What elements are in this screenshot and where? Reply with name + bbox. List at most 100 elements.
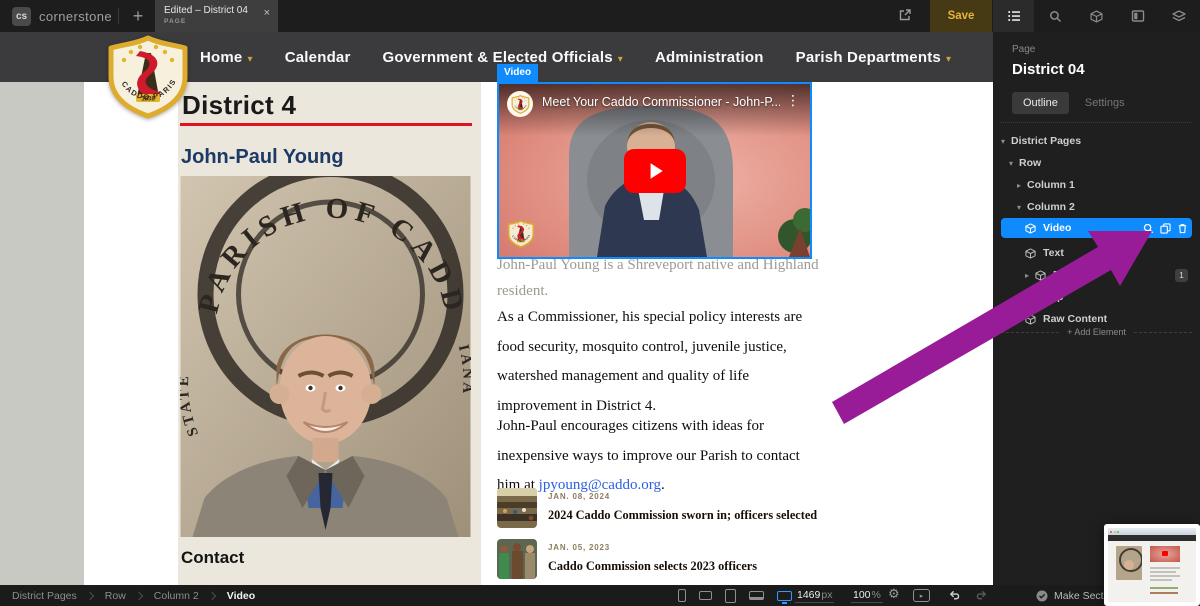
screen-share-thumbnail[interactable]	[1104, 524, 1200, 606]
tab-type-label: PAGE	[164, 18, 270, 25]
caret-down-icon[interactable]: ▾	[1001, 137, 1011, 146]
page-title: District 4	[182, 90, 296, 121]
document-tab[interactable]: Edited – District 04 PAGE ×	[155, 0, 278, 32]
dashed-rule	[1134, 332, 1192, 333]
caret-down-icon[interactable]: ▾	[1017, 203, 1027, 212]
delete-element-icon[interactable]	[1177, 223, 1188, 234]
chevron-down-icon: ▾	[946, 54, 951, 65]
nav-administration[interactable]: Administration	[655, 49, 764, 66]
tree-label: Row	[1019, 157, 1041, 169]
tree-item-text[interactable]: Text	[1001, 243, 1192, 263]
element-cube-icon	[1035, 270, 1046, 281]
phone-portrait-icon[interactable]	[678, 589, 686, 602]
tablet-icon[interactable]	[725, 589, 736, 603]
nav-calendar[interactable]: Calendar	[285, 49, 351, 66]
search-icon[interactable]	[1034, 0, 1075, 32]
nav-government[interactable]: Government & Elected Officials▾	[383, 49, 623, 66]
nav-parish-departments[interactable]: Parish Departments▾	[796, 49, 952, 66]
bottom-statusbar: District Pages Row Column 2 Video 1469px…	[0, 585, 1200, 606]
outline-panel-icon[interactable]	[993, 0, 1034, 32]
tree-label: Video	[1043, 222, 1071, 234]
nav-home[interactable]: Home▾	[200, 49, 253, 66]
element-cube-icon	[1025, 314, 1036, 325]
gear-icon[interactable]: ⚙	[888, 587, 900, 602]
tree-item-video[interactable]: Video	[1001, 218, 1192, 238]
open-preview-icon[interactable]	[898, 8, 914, 24]
laptop-icon[interactable]	[749, 591, 764, 600]
new-tab-button[interactable]: +	[128, 3, 148, 29]
close-tab-icon[interactable]: ×	[264, 7, 270, 19]
device-preview-group	[678, 585, 792, 606]
tab-title: Edited – District 04	[164, 5, 270, 16]
check-circle-icon	[1036, 590, 1048, 602]
tree-item-column-2[interactable]: ▾ Column 2	[1001, 197, 1192, 217]
caret-down-icon[interactable]: ▾	[1009, 159, 1019, 168]
video-element[interactable]: Meet Your Caddo Commissioner - John-P...…	[497, 82, 812, 259]
tree-label: Gap	[1043, 291, 1063, 303]
video-title[interactable]: Meet Your Caddo Commissioner - John-P...	[542, 95, 780, 109]
app-window: cs cornerstone + Edited – District 04 PA…	[0, 0, 1200, 606]
mini-browser-chrome	[1108, 528, 1196, 535]
post-date: JAN. 08, 2024	[548, 492, 817, 501]
cornerstone-logo-icon: cs	[12, 7, 31, 26]
zoom-level-field[interactable]: 100%	[851, 588, 883, 603]
duplicate-element-icon[interactable]	[1160, 223, 1171, 234]
breadcrumb: District Pages Row Column 2 Video	[12, 585, 255, 606]
viewport-width-field[interactable]: 1469px	[795, 588, 834, 603]
caret-right-icon[interactable]: ▸	[1017, 181, 1027, 190]
chevron-right-icon	[135, 591, 143, 599]
breadcrumb-row[interactable]: Row	[105, 590, 126, 602]
breadcrumb-video[interactable]: Video	[227, 590, 255, 602]
elements-icon[interactable]	[1076, 0, 1117, 32]
mini-page	[1108, 535, 1196, 602]
watermark-logo	[507, 219, 535, 249]
tree-item-raw-content[interactable]: Raw Content	[1001, 309, 1192, 329]
video-title-overlay: Meet Your Caddo Commissioner - John-P...…	[499, 84, 810, 136]
tree-item-row[interactable]: ▾ Row	[1001, 153, 1192, 173]
post-title: 2024 Caddo Commission sworn in; officers…	[548, 508, 817, 523]
tab-outline[interactable]: Outline	[1012, 92, 1069, 114]
mini-photo	[1116, 546, 1142, 580]
templates-icon[interactable]	[1117, 0, 1158, 32]
tree-label: Column 2	[1027, 201, 1075, 213]
caddo-parish-logo	[104, 35, 192, 119]
play-button[interactable]	[624, 149, 686, 193]
tree-label: Text	[1043, 247, 1064, 259]
row-actions	[1143, 223, 1192, 234]
code-console-icon[interactable]: ▸	[913, 589, 930, 602]
contact-heading: Contact	[181, 548, 244, 568]
commissioner-photo: PARISH OF CADDO STATE IANA	[180, 176, 471, 537]
breadcrumb-district-pages[interactable]: District Pages	[12, 590, 77, 602]
tree-item-posts[interactable]: ▸ Posts 1	[1001, 265, 1192, 285]
tree-item-district-pages[interactable]: ▾ District Pages	[1001, 131, 1192, 151]
layers-icon[interactable]	[1159, 0, 1200, 32]
channel-avatar[interactable]	[507, 91, 533, 117]
element-cube-icon	[1025, 292, 1036, 303]
video-menu-icon[interactable]: ⋮	[786, 93, 800, 109]
panel-type-label: Page	[1012, 44, 1035, 55]
inspect-element-icon[interactable]	[1143, 223, 1154, 234]
toolbar-divider	[118, 8, 119, 24]
intro-paragraph: John-Paul Young is a Shreveport native a…	[497, 252, 819, 304]
redo-icon[interactable]	[974, 589, 988, 602]
tab-settings[interactable]: Settings	[1085, 97, 1125, 109]
brand-name: cornerstone	[39, 9, 112, 24]
desktop-icon[interactable]	[777, 591, 792, 601]
post-thumbnail	[497, 488, 537, 528]
add-element-button[interactable]: + Add Element	[1001, 327, 1192, 337]
caret-right-icon[interactable]: ▸	[1025, 271, 1035, 280]
save-button[interactable]: Save	[930, 0, 992, 32]
undo-icon[interactable]	[948, 589, 962, 602]
mini-video	[1150, 546, 1180, 562]
post-link[interactable]: JAN. 05, 2023 Caddo Commission selects 2…	[497, 539, 827, 581]
tree-label: Raw Content	[1043, 313, 1107, 325]
panel-title: District 04	[1012, 61, 1085, 78]
element-cube-icon	[1025, 223, 1036, 234]
phone-landscape-icon[interactable]	[699, 591, 712, 600]
tree-item-gap[interactable]: Gap	[1001, 287, 1192, 307]
post-link[interactable]: JAN. 08, 2024 2024 Caddo Commission swor…	[497, 488, 827, 530]
tree-label: Posts	[1053, 269, 1082, 281]
tree-item-column-1[interactable]: ▸ Column 1	[1001, 175, 1192, 195]
breadcrumb-column-2[interactable]: Column 2	[154, 590, 199, 602]
title-underline	[180, 123, 472, 126]
